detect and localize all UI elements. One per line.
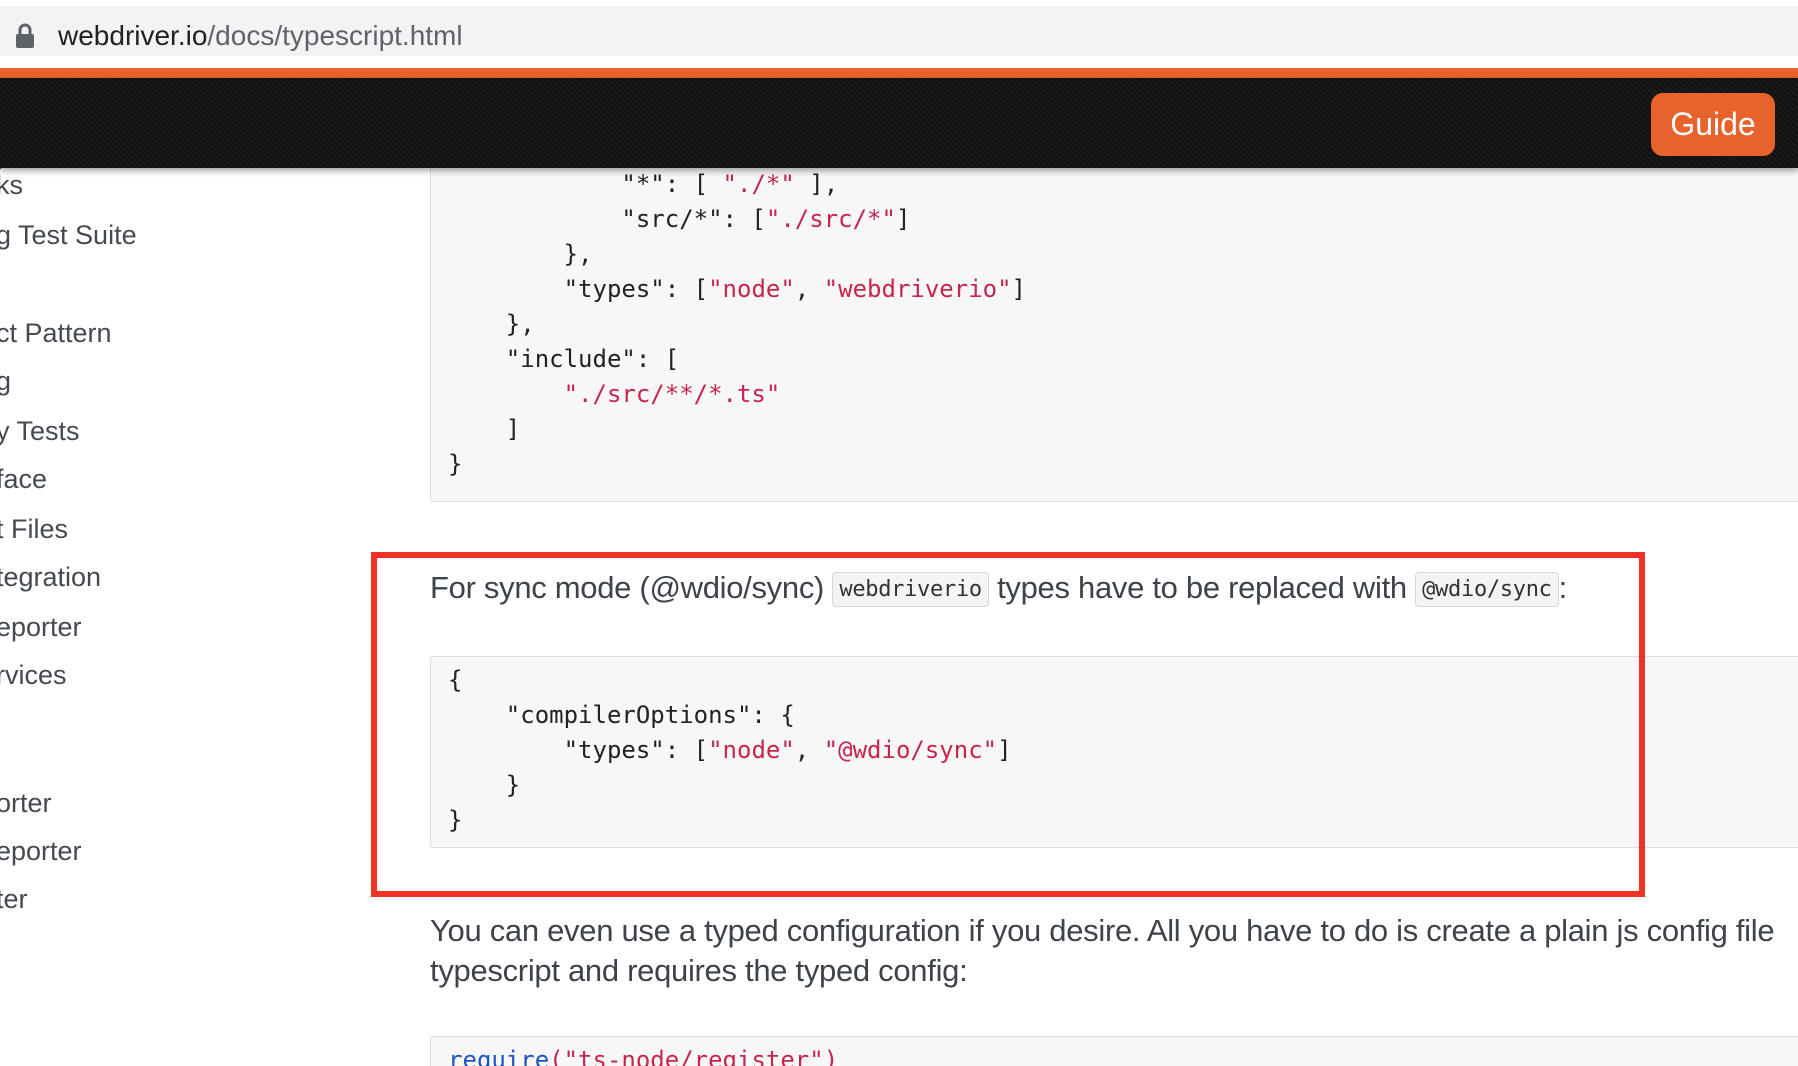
code-line: } [448,806,463,834]
header-accent-stripe [0,68,1798,78]
code-line: "include": [ [448,345,680,373]
code-line: } [448,771,521,799]
sidebar-item[interactable]: y Tests [0,416,80,447]
url-field[interactable]: webdriver.io/docs/typescript.html [0,6,1798,56]
code-line: "*": [ "./*" ], [448,170,839,198]
code-line: } [448,450,463,478]
code-line: "types": ["node", "@wdio/sync"] [448,736,1012,764]
code-line: "compilerOptions": { [448,701,795,729]
code-line: }, [448,240,593,268]
url-host: webdriver.io [58,20,208,51]
code-line: require("ts-node/register") [448,1046,839,1066]
code-line: { [448,666,463,694]
code-line: "src/*": ["./src/*"] [448,205,911,233]
typed-config-paragraph-line-2: typescript and requires the typed config… [430,953,968,988]
url-path: /docs/typescript.html [207,20,463,51]
docs-sidebar: y ks g Test Suite ct Pattern g y Tests f… [0,168,330,1066]
site-header: Guide [0,78,1798,168]
sidebar-item[interactable]: eporter [0,612,82,643]
guide-button[interactable]: Guide [1651,93,1775,156]
inline-code-webdriverio: webdriverio [832,572,989,607]
sidebar-item[interactable]: orter [0,788,52,819]
sidebar-item[interactable]: ter [0,884,28,915]
code-line: ] [448,415,521,443]
sidebar-item[interactable]: g Test Suite [0,220,137,251]
sidebar-item[interactable]: tegration [0,562,101,593]
code-line: "types": ["node", "webdriverio"] [448,275,1026,303]
typed-config-paragraph-line-1: You can even use a typed configuration i… [430,913,1775,948]
main-content: "*": [ "./*" ], "src/*": ["./src/*"] }, … [430,168,1798,1066]
sidebar-item[interactable]: ct Pattern [0,318,112,349]
sidebar-item[interactable]: rvices [0,660,67,691]
sidebar-item[interactable]: t Files [0,514,68,545]
code-line: "./src/**/*.ts" [563,380,781,408]
code-line: }, [448,310,535,338]
tsconfig-code-block: "*": [ "./*" ], "src/*": ["./src/*"] }, … [430,168,1798,502]
require-code-block: require("ts-node/register") [430,1036,1798,1066]
sidebar-item[interactable]: eporter [0,836,82,867]
inline-code-wdio-sync: @wdio/sync [1415,572,1559,607]
sidebar-item[interactable]: face [0,464,47,495]
sync-mode-paragraph: For sync mode (@wdio/sync) webdriverio t… [430,570,1567,607]
lock-icon [16,23,34,48]
sidebar-item[interactable]: g [0,366,11,397]
browser-address-bar: webdriver.io/docs/typescript.html [0,0,1798,68]
url-text: webdriver.io/docs/typescript.html [58,18,463,54]
sync-types-code-block: { "compilerOptions": { "types": ["node",… [430,656,1798,848]
sidebar-item[interactable]: ks [0,170,23,201]
